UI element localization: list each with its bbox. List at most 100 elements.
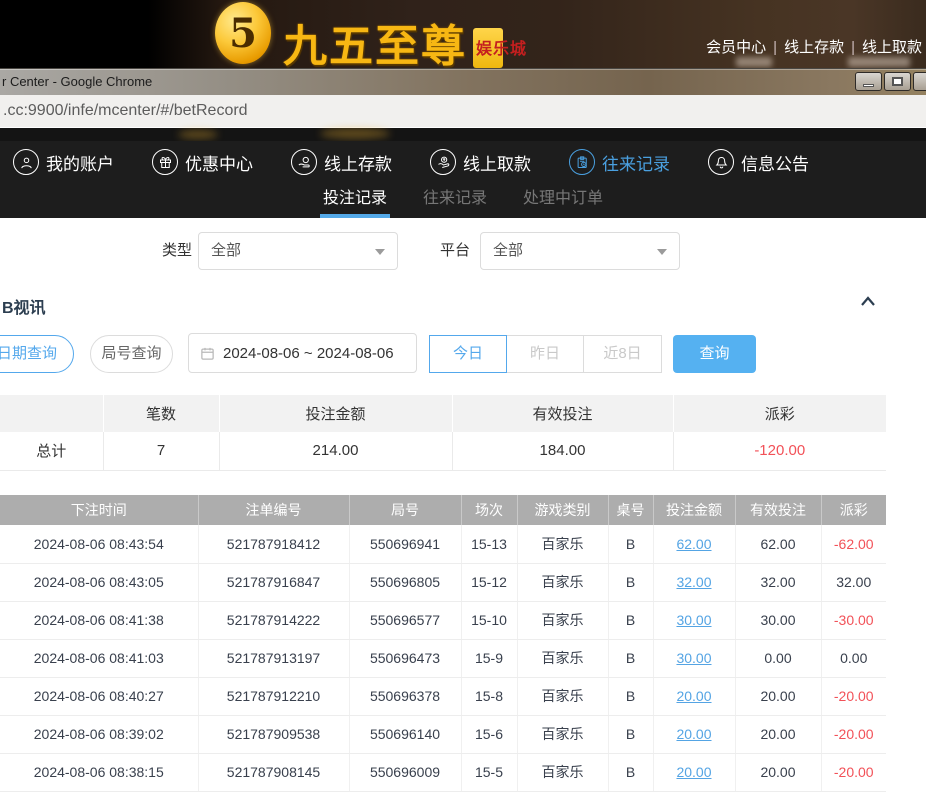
tab-pending-orders[interactable]: 处理中订单 bbox=[520, 184, 606, 218]
header-payout: 派彩 bbox=[821, 495, 886, 525]
cell-game-type: 百家乐 bbox=[517, 525, 608, 563]
bet-amount-link[interactable]: 20.00 bbox=[676, 726, 711, 742]
cell-bet-time: 2024-08-06 08:41:38 bbox=[0, 601, 198, 639]
summary-payout: -120.00 bbox=[673, 432, 886, 470]
bet-amount-link[interactable]: 62.00 bbox=[676, 536, 711, 552]
table-row: 2024-08-06 08:41:38521787914222550696577… bbox=[0, 601, 886, 639]
nav-item-label: 优惠中心 bbox=[185, 150, 253, 175]
nav-item-label: 往来记录 bbox=[602, 150, 670, 175]
cell-session: 15-9 bbox=[461, 639, 517, 677]
header-order-no: 注单编号 bbox=[198, 495, 349, 525]
cell-table-no: B bbox=[608, 715, 653, 753]
date-query-button[interactable]: 日期查询 bbox=[0, 335, 74, 373]
cell-bet-amount: 20.00 bbox=[653, 677, 735, 715]
summary-header-count: 笔数 bbox=[103, 395, 219, 432]
cell-payout: -30.00 bbox=[821, 601, 886, 639]
header-bet-amount: 投注金额 bbox=[653, 495, 735, 525]
bell-icon bbox=[708, 149, 734, 175]
header-round-no: 局号 bbox=[349, 495, 461, 525]
cell-valid-bet: 20.00 bbox=[735, 715, 821, 753]
cell-payout: 0.00 bbox=[821, 639, 886, 677]
cell-order-no: 521787918412 bbox=[198, 525, 349, 563]
summary-header-row: 笔数 投注金额 有效投注 派彩 bbox=[0, 395, 886, 432]
nav-item-label: 信息公告 bbox=[741, 150, 809, 175]
site-logo: 九五至尊 bbox=[283, 10, 467, 74]
search-button[interactable]: 查询 bbox=[673, 335, 756, 373]
cell-game-type: 百家乐 bbox=[517, 677, 608, 715]
tab-bet-record[interactable]: 投注记录 bbox=[320, 184, 390, 218]
today-button[interactable]: 今日 bbox=[429, 335, 507, 373]
cell-game-type: 百家乐 bbox=[517, 715, 608, 753]
cell-bet-time: 2024-08-06 08:43:54 bbox=[0, 525, 198, 563]
cell-valid-bet: 20.00 bbox=[735, 677, 821, 715]
platform-filter-select[interactable]: 全部 bbox=[480, 232, 680, 270]
link-member-center[interactable]: 会员中心 bbox=[706, 39, 766, 56]
cell-table-no: B bbox=[608, 639, 653, 677]
type-filter-value: 全部 bbox=[211, 242, 241, 259]
cell-round-no: 550696140 bbox=[349, 715, 461, 753]
tab-transaction-record[interactable]: 往来记录 bbox=[420, 184, 490, 218]
browser-titlebar[interactable]: r Center - Google Chrome bbox=[0, 68, 926, 95]
user-icon bbox=[13, 149, 39, 175]
cell-session: 15-13 bbox=[461, 525, 517, 563]
cell-bet-time: 2024-08-06 08:41:03 bbox=[0, 639, 198, 677]
cell-table-no: B bbox=[608, 563, 653, 601]
cell-payout: -62.00 bbox=[821, 525, 886, 563]
header-bet-time: 下注时间 bbox=[0, 495, 198, 525]
query-row: 日期查询 局号查询 2024-08-06 ~ 2024-08-06 今日 昨日 … bbox=[0, 333, 926, 373]
nav-item-label: 线上取款 bbox=[463, 150, 531, 175]
nav-item-label: 我的账户 bbox=[46, 150, 114, 175]
link-online-withdraw[interactable]: 线上取款 bbox=[862, 39, 922, 56]
close-button[interactable] bbox=[913, 72, 926, 91]
cell-order-no: 521787909538 bbox=[198, 715, 349, 753]
records-icon bbox=[569, 149, 595, 175]
link-online-deposit[interactable]: 线上存款 bbox=[784, 39, 844, 56]
cell-valid-bet: 20.00 bbox=[735, 753, 821, 791]
table-row: 2024-08-06 08:38:15521787908145550696009… bbox=[0, 753, 886, 791]
url-bar[interactable]: .cc:9900/infe/mcenter/#/betRecord bbox=[0, 95, 926, 128]
round-query-button[interactable]: 局号查询 bbox=[90, 335, 173, 373]
nav-item-label: 线上存款 bbox=[324, 150, 392, 175]
bet-amount-link[interactable]: 20.00 bbox=[676, 688, 711, 704]
cell-bet-amount: 62.00 bbox=[653, 525, 735, 563]
cell-valid-bet: 62.00 bbox=[735, 525, 821, 563]
url-text: .cc:9900/infe/mcenter/#/betRecord bbox=[0, 102, 248, 120]
minimize-button[interactable] bbox=[855, 72, 882, 91]
collapse-chevron-up-icon[interactable] bbox=[858, 292, 880, 314]
cell-payout: 32.00 bbox=[821, 563, 886, 601]
cell-bet-time: 2024-08-06 08:43:05 bbox=[0, 563, 198, 601]
cell-bet-amount: 20.00 bbox=[653, 715, 735, 753]
restore-button[interactable] bbox=[884, 72, 911, 91]
bet-amount-link[interactable]: 20.00 bbox=[676, 764, 711, 780]
nav-item-announcements[interactable]: 信息公告 bbox=[708, 149, 809, 175]
cell-session: 15-8 bbox=[461, 677, 517, 715]
summary-total-row: 总计 7 214.00 184.00 -120.00 bbox=[0, 432, 886, 470]
cell-payout: -20.00 bbox=[821, 715, 886, 753]
bet-table-body: 2024-08-06 08:43:54521787918412550696941… bbox=[0, 525, 886, 791]
bet-amount-link[interactable]: 32.00 bbox=[676, 574, 711, 590]
cell-bet-amount: 32.00 bbox=[653, 563, 735, 601]
cell-order-no: 521787914222 bbox=[198, 601, 349, 639]
nav-item-transaction-records[interactable]: 往来记录 bbox=[569, 149, 670, 175]
bet-amount-link[interactable]: 30.00 bbox=[676, 612, 711, 628]
cell-valid-bet: 32.00 bbox=[735, 563, 821, 601]
nav-item-online-withdraw[interactable]: 线上取款 bbox=[430, 149, 531, 175]
cell-bet-time: 2024-08-06 08:40:27 bbox=[0, 677, 198, 715]
nav-item-online-deposit[interactable]: 线上存款 bbox=[291, 149, 392, 175]
yesterday-button[interactable]: 昨日 bbox=[506, 335, 584, 373]
date-range-input[interactable]: 2024-08-06 ~ 2024-08-06 bbox=[188, 333, 417, 373]
bet-record-table: 下注时间 注单编号 局号 场次 游戏类别 桌号 投注金额 有效投注 派彩 202… bbox=[0, 495, 886, 792]
type-filter-select[interactable]: 全部 bbox=[198, 232, 398, 270]
last-8-days-button[interactable]: 近8日 bbox=[583, 335, 662, 373]
nav-item-my-account[interactable]: 我的账户 bbox=[13, 149, 114, 175]
nav-item-promotions[interactable]: 优惠中心 bbox=[152, 149, 253, 175]
cell-valid-bet: 0.00 bbox=[735, 639, 821, 677]
chevron-down-icon bbox=[657, 249, 667, 255]
cell-game-type: 百家乐 bbox=[517, 601, 608, 639]
cell-round-no: 550696009 bbox=[349, 753, 461, 791]
screen: 5 九五至尊 娱乐城 会员中心|线上存款|线上取款 r Center - Goo… bbox=[0, 0, 926, 799]
bet-amount-link[interactable]: 30.00 bbox=[676, 650, 711, 666]
cell-game-type: 百家乐 bbox=[517, 639, 608, 677]
blurred-text bbox=[848, 57, 910, 67]
cell-round-no: 550696805 bbox=[349, 563, 461, 601]
